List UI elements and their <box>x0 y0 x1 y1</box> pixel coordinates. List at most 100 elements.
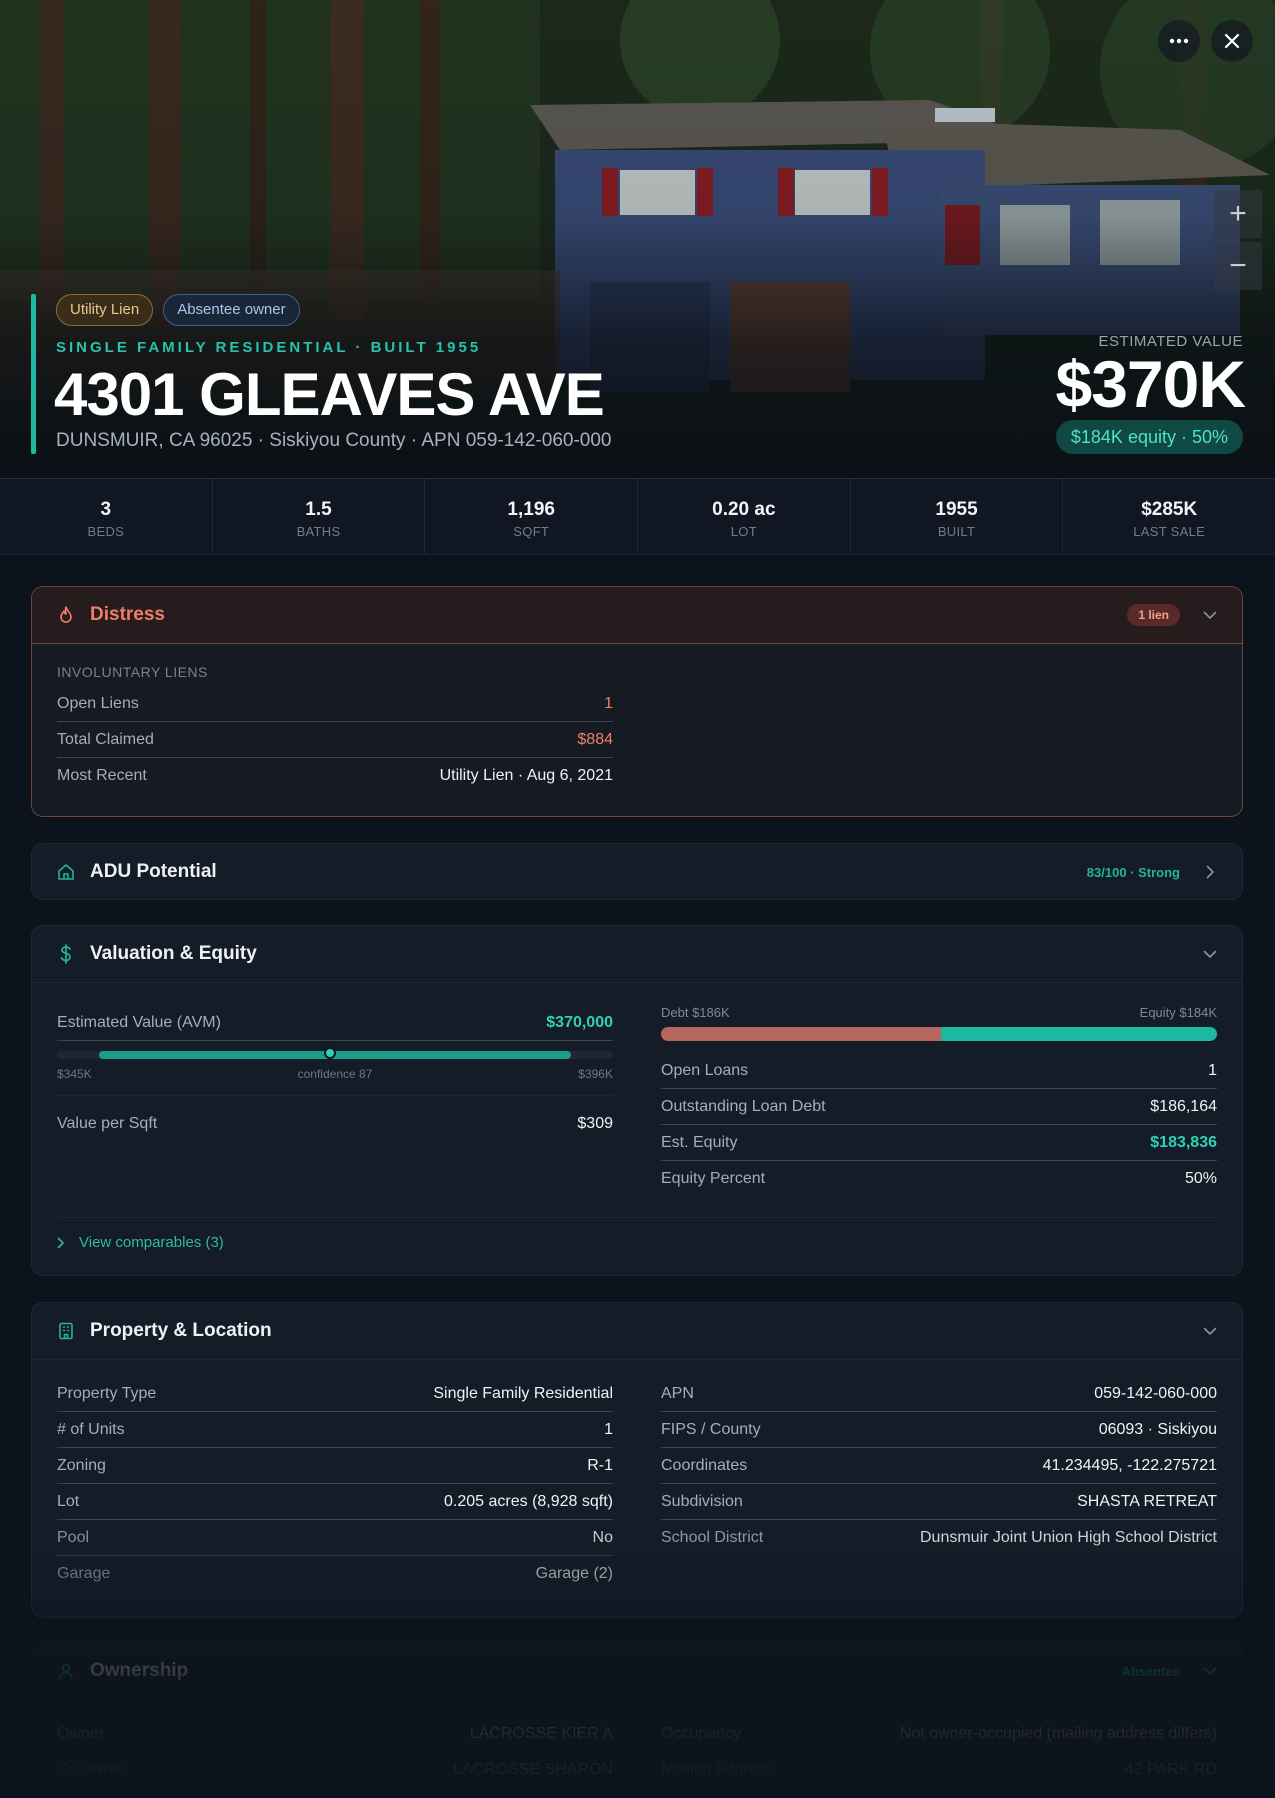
kv-key: Est. Equity <box>661 1133 738 1151</box>
zoom-in-button[interactable]: + <box>1214 190 1262 238</box>
adu-header[interactable]: ADU Potential 83/100 · Strong <box>32 844 1242 899</box>
user-icon <box>56 1661 76 1681</box>
avm-confidence: confidence 87 <box>297 1067 373 1081</box>
dollar-icon <box>56 944 76 964</box>
kv-value: 059-142-060-000 <box>1094 1384 1217 1402</box>
kv-value: 1 <box>604 694 613 712</box>
avm-confidence-bar <box>57 1047 613 1059</box>
tag-absentee-owner[interactable]: Absentee owner <box>163 294 300 326</box>
adu-card[interactable]: ADU Potential 83/100 · Strong <box>31 843 1243 900</box>
kv-key: FIPS / County <box>661 1420 761 1438</box>
kv-value: Single Family Residential <box>433 1384 613 1402</box>
chevron-down-icon[interactable] <box>1202 946 1218 962</box>
kv-key: Open Liens <box>57 694 139 712</box>
kv-mailing-address: Mailing Address 42 PARK RD <box>661 1752 1217 1788</box>
valuation-right: Debt $186K Equity $184K Open Loans 1 Outs… <box>661 1005 1217 1197</box>
kv-fips: FIPS / County 06093 · Siskiyou <box>661 1412 1217 1448</box>
kv-lot: Lot 0.205 acres (8,928 sqft) <box>57 1484 613 1520</box>
section-label: INVOLUNTARY LIENS <box>57 664 208 680</box>
kv-value: 1 <box>1208 1061 1217 1079</box>
hero-accent-bar <box>31 294 36 454</box>
kv-key: # of Units <box>57 1420 125 1438</box>
debt-segment <box>661 1027 941 1041</box>
ownership-title: Ownership <box>90 1660 189 1681</box>
home-icon <box>56 862 76 882</box>
kv-key: Occupancy <box>661 1724 742 1742</box>
equity-badge: $184K equity · 50% <box>1055 420 1243 454</box>
stat-built: 1955 BUILT <box>851 479 1064 554</box>
valuation-left: Estimated Value (AVM) $370,000 $345K con… <box>57 1005 613 1197</box>
kv-value: 50% <box>1184 1170 1217 1187</box>
chevron-down-icon[interactable] <box>1202 607 1218 623</box>
kv-coordinates: Coordinates 41.234495, -122.275721 <box>661 1448 1217 1484</box>
kv-zoning: Zoning R-1 <box>57 1448 613 1484</box>
kv-key: Garage <box>57 1565 111 1582</box>
loan-rows: Open Loans 1 Outstanding Loan Debt $186,16… <box>661 1053 1217 1197</box>
chevron-right-icon <box>57 1237 64 1248</box>
ownership-body: Owner LACROSSE KIER A Co-owner LACROSSE SH… <box>32 1699 1242 1798</box>
distress-rows: Open Liens 1 Total Claimed $884 Most Recen… <box>57 686 613 794</box>
kv-value: 06093 · Siskiyou <box>1098 1420 1217 1438</box>
kv-value: 0.205 acres (8,928 sqft) <box>444 1492 613 1510</box>
view-comparables-link[interactable]: View comparables (3) <box>57 1217 1217 1251</box>
kv-value: $183,836 <box>1150 1133 1217 1151</box>
property-left: Property Type Single Family Residential #… <box>57 1376 613 1592</box>
view-comparables-label: View comparables (3) <box>79 1234 224 1251</box>
valuation-header[interactable]: Valuation & Equity <box>32 926 1242 982</box>
valuation-card: Valuation & Equity Estimated Value (AVM)… <box>31 925 1243 1276</box>
distress-body: INVOLUNTARY LIENS Open Liens 1 Total Clai… <box>32 643 1242 816</box>
kv-value: LACROSSE KIER A <box>469 1724 613 1742</box>
chevron-down-icon[interactable] <box>1202 1323 1218 1339</box>
more-options-button[interactable] <box>1158 20 1200 62</box>
kv-key: Open Loans <box>661 1061 749 1079</box>
kv-value: Dunsmuir Joint Union High School Distric… <box>920 1529 1217 1546</box>
ownership-badge: Absentee <box>1121 1663 1180 1679</box>
kv-key: Value per Sqft <box>57 1115 158 1132</box>
stat-lot: 0.20 ac LOT <box>638 479 851 554</box>
stats-bar: 3 BEDS 1.5 BATHS 1,196 SQFT 0.20 ac LOT 1955… <box>0 479 1275 555</box>
stat-label: BATHS <box>296 524 341 539</box>
building-icon <box>56 1321 76 1341</box>
ownership-header[interactable]: Ownership Absentee <box>32 1643 1242 1699</box>
kv-key: Outstanding Loan Debt <box>661 1097 826 1115</box>
kv-owner: Owner LACROSSE KIER A <box>57 1716 613 1752</box>
kv-school-district: School District Dunsmuir Joint Union High… <box>661 1520 1217 1556</box>
kv-key: Owner <box>57 1724 105 1742</box>
distress-header[interactable]: Distress 1 lien <box>32 587 1242 643</box>
kv-value: LACROSSE SHARON <box>452 1761 613 1778</box>
kv-key: Property Type <box>57 1384 157 1402</box>
property-header[interactable]: Property & Location <box>32 1303 1242 1359</box>
kv-est-equity: Est. Equity $183,836 <box>661 1125 1217 1161</box>
tag-list: Utility Lien Absentee owner <box>56 294 300 326</box>
debt-equity-bar <box>661 1027 1217 1041</box>
hero-photo: + − Utility Lien Absentee owner SINGLE F… <box>0 0 1275 479</box>
kv-loan-debt: Outstanding Loan Debt $186,164 <box>661 1089 1217 1125</box>
stat-value: 1,196 <box>507 499 555 520</box>
ownership-left: Owner LACROSSE KIER A Co-owner LACROSSE SH… <box>57 1716 613 1788</box>
stat-label: LOT <box>730 524 757 539</box>
kv-value: SHASTA RETREAT <box>1077 1492 1217 1510</box>
subaddress: DUNSMUIR, CA 96025 · Siskiyou County · A… <box>56 430 612 451</box>
kv-value: Not owner-occupied (mailing address diff… <box>899 1724 1217 1742</box>
ownership-columns: Owner LACROSSE KIER A Co-owner LACROSSE SH… <box>57 1716 1217 1788</box>
chevron-down-icon[interactable] <box>1202 1663 1218 1679</box>
kv-occupancy: Occupancy Not owner-occupied (mailing add… <box>661 1716 1217 1752</box>
kv-value: No <box>592 1528 613 1546</box>
kv-value-per-sqft: Value per Sqft $309 <box>57 1106 613 1142</box>
kv-apn: APN 059-142-060-000 <box>661 1376 1217 1412</box>
tag-utility-lien[interactable]: Utility Lien <box>56 294 154 326</box>
kv-value: $884 <box>577 730 613 748</box>
kv-total-claimed: Total Claimed $884 <box>57 722 613 758</box>
close-button[interactable] <box>1211 20 1253 62</box>
kv-key: Most Recent <box>57 767 147 784</box>
stat-baths: 1.5 BATHS <box>213 479 426 554</box>
stat-sqft: 1,196 SQFT <box>425 479 639 554</box>
property-right: APN 059-142-060-000 FIPS / County 06093 · … <box>661 1376 1217 1592</box>
stat-last-sale: $285K LAST SALE <box>1063 479 1275 554</box>
chevron-right-icon[interactable] <box>1202 864 1218 880</box>
kv-garage: Garage Garage (2) <box>57 1556 613 1592</box>
zoom-out-button[interactable]: − <box>1214 242 1262 290</box>
stat-label: LAST SALE <box>1133 524 1206 539</box>
distress-card: Distress 1 lien INVOLUNTARY LIENS Open L… <box>31 586 1243 817</box>
kv-most-recent: Most Recent Utility Lien · Aug 6, 2021 <box>57 758 613 794</box>
